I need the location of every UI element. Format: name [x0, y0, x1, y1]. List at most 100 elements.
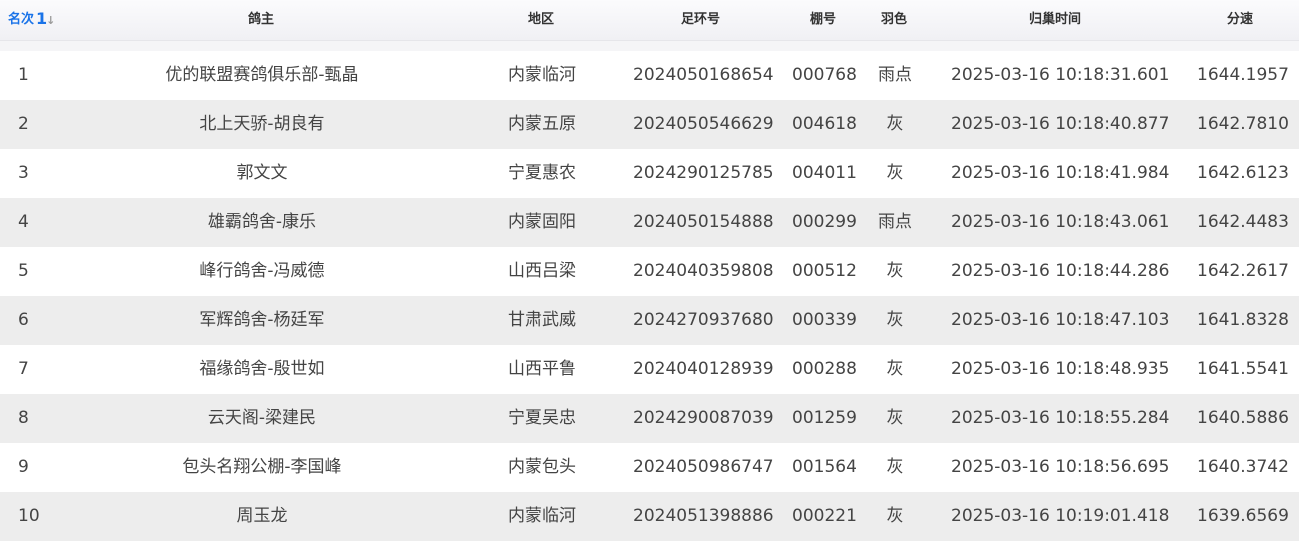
cell-rank: 4	[18, 212, 29, 232]
cell-color: 灰	[886, 261, 904, 281]
table-row[interactable]: 7 福缘鸽舍-殷世如 山西平鲁 2024040128939 000288 灰 2…	[0, 345, 1299, 394]
cell-rank: 7	[18, 359, 29, 379]
table-row[interactable]: 6 军辉鸽舍-杨廷军 甘肃武威 2024270937680 000339 灰 2…	[0, 296, 1299, 345]
table-row[interactable]: 3 郭文文 宁夏惠农 2024290125785 004011 灰 2025-0…	[0, 149, 1299, 198]
cell-region: 内蒙固阳	[508, 212, 576, 232]
header-color[interactable]: 羽色	[881, 0, 907, 40]
cell-loft: 004618	[792, 114, 857, 134]
cell-ring: 2024040359808	[633, 261, 774, 281]
header-arrival-time[interactable]: 归巢时间	[1029, 0, 1081, 40]
table-row[interactable]: 5 峰行鸽舍-冯威德 山西吕梁 2024040359808 000512 灰 2…	[0, 247, 1299, 296]
cell-speed: 1642.2617	[1197, 261, 1289, 281]
cell-ring: 2024040128939	[633, 359, 774, 379]
cell-loft: 001564	[792, 457, 857, 477]
cell-arrival-time: 2025-03-16 10:19:01.418	[951, 506, 1170, 526]
cell-ring: 2024050168654	[633, 65, 774, 85]
cell-region: 山西吕梁	[508, 261, 576, 281]
cell-speed: 1642.6123	[1197, 163, 1289, 183]
cell-ring: 2024050986747	[633, 457, 774, 477]
table-row[interactable]: 10 周玉龙 内蒙临河 2024051398886 000221 灰 2025-…	[0, 492, 1299, 541]
cell-speed: 1641.5541	[1197, 359, 1289, 379]
header-region[interactable]: 地区	[528, 0, 554, 40]
cell-color: 雨点	[878, 65, 912, 85]
table-row[interactable]: 9 包头名翔公棚-李国峰 内蒙包头 2024050986747 001564 灰…	[0, 443, 1299, 492]
cell-owner: 雄霸鸽舍-康乐	[207, 212, 317, 232]
cell-speed: 1642.7810	[1197, 114, 1289, 134]
cell-arrival-time: 2025-03-16 10:18:43.061	[951, 212, 1170, 232]
cell-region: 内蒙临河	[508, 65, 576, 85]
cell-color: 灰	[886, 359, 904, 379]
cell-color: 灰	[886, 310, 904, 330]
cell-rank: 8	[18, 408, 29, 428]
cell-owner: 包头名翔公棚-李国峰	[182, 457, 342, 477]
cell-rank: 3	[18, 163, 29, 183]
results-table: 名次 1↓ 鸽主 地区 足环号 棚号 羽色 归巢时间 分速 1 优的联盟赛鸽俱乐部…	[0, 0, 1299, 542]
header-spacer	[0, 41, 1299, 51]
header-owner[interactable]: 鸽主	[248, 0, 274, 40]
sort-down-arrow-icon: ↓	[46, 14, 56, 27]
table-row[interactable]: 4 雄霸鸽舍-康乐 内蒙固阳 2024050154888 000299 雨点 2…	[0, 198, 1299, 247]
cell-arrival-time: 2025-03-16 10:18:47.103	[951, 310, 1170, 330]
header-rank[interactable]: 名次 1↓	[8, 0, 55, 40]
cell-color: 雨点	[878, 212, 912, 232]
cell-owner: 军辉鸽舍-杨廷军	[199, 310, 325, 330]
cell-ring: 2024290125785	[633, 163, 774, 183]
cell-ring: 2024270937680	[633, 310, 774, 330]
cell-loft: 000221	[792, 506, 857, 526]
cell-rank: 6	[18, 310, 29, 330]
cell-owner: 郭文文	[236, 163, 288, 183]
cell-region: 山西平鲁	[508, 359, 576, 379]
cell-rank: 1	[18, 65, 29, 85]
cell-speed: 1642.4483	[1197, 212, 1289, 232]
cell-region: 甘肃武威	[508, 310, 576, 330]
cell-speed: 1641.8328	[1197, 310, 1289, 330]
cell-color: 灰	[886, 457, 904, 477]
cell-owner: 峰行鸽舍-冯威德	[199, 261, 325, 281]
cell-arrival-time: 2025-03-16 10:18:44.286	[951, 261, 1170, 281]
cell-color: 灰	[886, 163, 904, 183]
cell-ring: 2024050546629	[633, 114, 774, 134]
cell-color: 灰	[886, 114, 904, 134]
cell-loft: 000288	[792, 359, 857, 379]
cell-loft: 000299	[792, 212, 857, 232]
cell-rank: 2	[18, 114, 29, 134]
cell-arrival-time: 2025-03-16 10:18:40.877	[951, 114, 1170, 134]
cell-loft: 000512	[792, 261, 857, 281]
cell-owner: 优的联盟赛鸽俱乐部-甄晶	[165, 65, 359, 85]
table-row[interactable]: 1 优的联盟赛鸽俱乐部-甄晶 内蒙临河 2024050168654 000768…	[0, 51, 1299, 100]
cell-owner: 云天阁-梁建民	[207, 408, 317, 428]
cell-region: 内蒙临河	[508, 506, 576, 526]
table-header: 名次 1↓ 鸽主 地区 足环号 棚号 羽色 归巢时间 分速	[0, 0, 1299, 41]
table-body: 1 优的联盟赛鸽俱乐部-甄晶 内蒙临河 2024050168654 000768…	[0, 51, 1299, 541]
cell-rank: 9	[18, 457, 29, 477]
cell-arrival-time: 2025-03-16 10:18:56.695	[951, 457, 1170, 477]
header-speed[interactable]: 分速	[1227, 0, 1253, 40]
sort-asc-icon[interactable]: 1↓	[36, 11, 55, 29]
cell-color: 灰	[886, 506, 904, 526]
cell-color: 灰	[886, 408, 904, 428]
cell-ring: 2024051398886	[633, 506, 774, 526]
header-ring[interactable]: 足环号	[681, 0, 720, 40]
cell-owner: 福缘鸽舍-殷世如	[199, 359, 325, 379]
table-row[interactable]: 8 云天阁-梁建民 宁夏吴忠 2024290087039 001259 灰 20…	[0, 394, 1299, 443]
cell-rank: 5	[18, 261, 29, 281]
cell-arrival-time: 2025-03-16 10:18:41.984	[951, 163, 1170, 183]
cell-speed: 1639.6569	[1197, 506, 1289, 526]
cell-region: 内蒙五原	[508, 114, 576, 134]
cell-arrival-time: 2025-03-16 10:18:48.935	[951, 359, 1170, 379]
cell-owner: 北上天骄-胡良有	[199, 114, 325, 134]
cell-loft: 000339	[792, 310, 857, 330]
cell-arrival-time: 2025-03-16 10:18:31.601	[951, 65, 1170, 85]
cell-loft: 000768	[792, 65, 857, 85]
cell-speed: 1640.3742	[1197, 457, 1289, 477]
cell-speed: 1640.5886	[1197, 408, 1289, 428]
cell-owner: 周玉龙	[236, 506, 288, 526]
cell-speed: 1644.1957	[1197, 65, 1289, 85]
cell-region: 宁夏吴忠	[508, 408, 576, 428]
header-loft[interactable]: 棚号	[810, 0, 836, 40]
cell-arrival-time: 2025-03-16 10:18:55.284	[951, 408, 1170, 428]
cell-loft: 001259	[792, 408, 857, 428]
table-row[interactable]: 2 北上天骄-胡良有 内蒙五原 2024050546629 004618 灰 2…	[0, 100, 1299, 149]
cell-ring: 2024290087039	[633, 408, 774, 428]
cell-region: 内蒙包头	[508, 457, 576, 477]
